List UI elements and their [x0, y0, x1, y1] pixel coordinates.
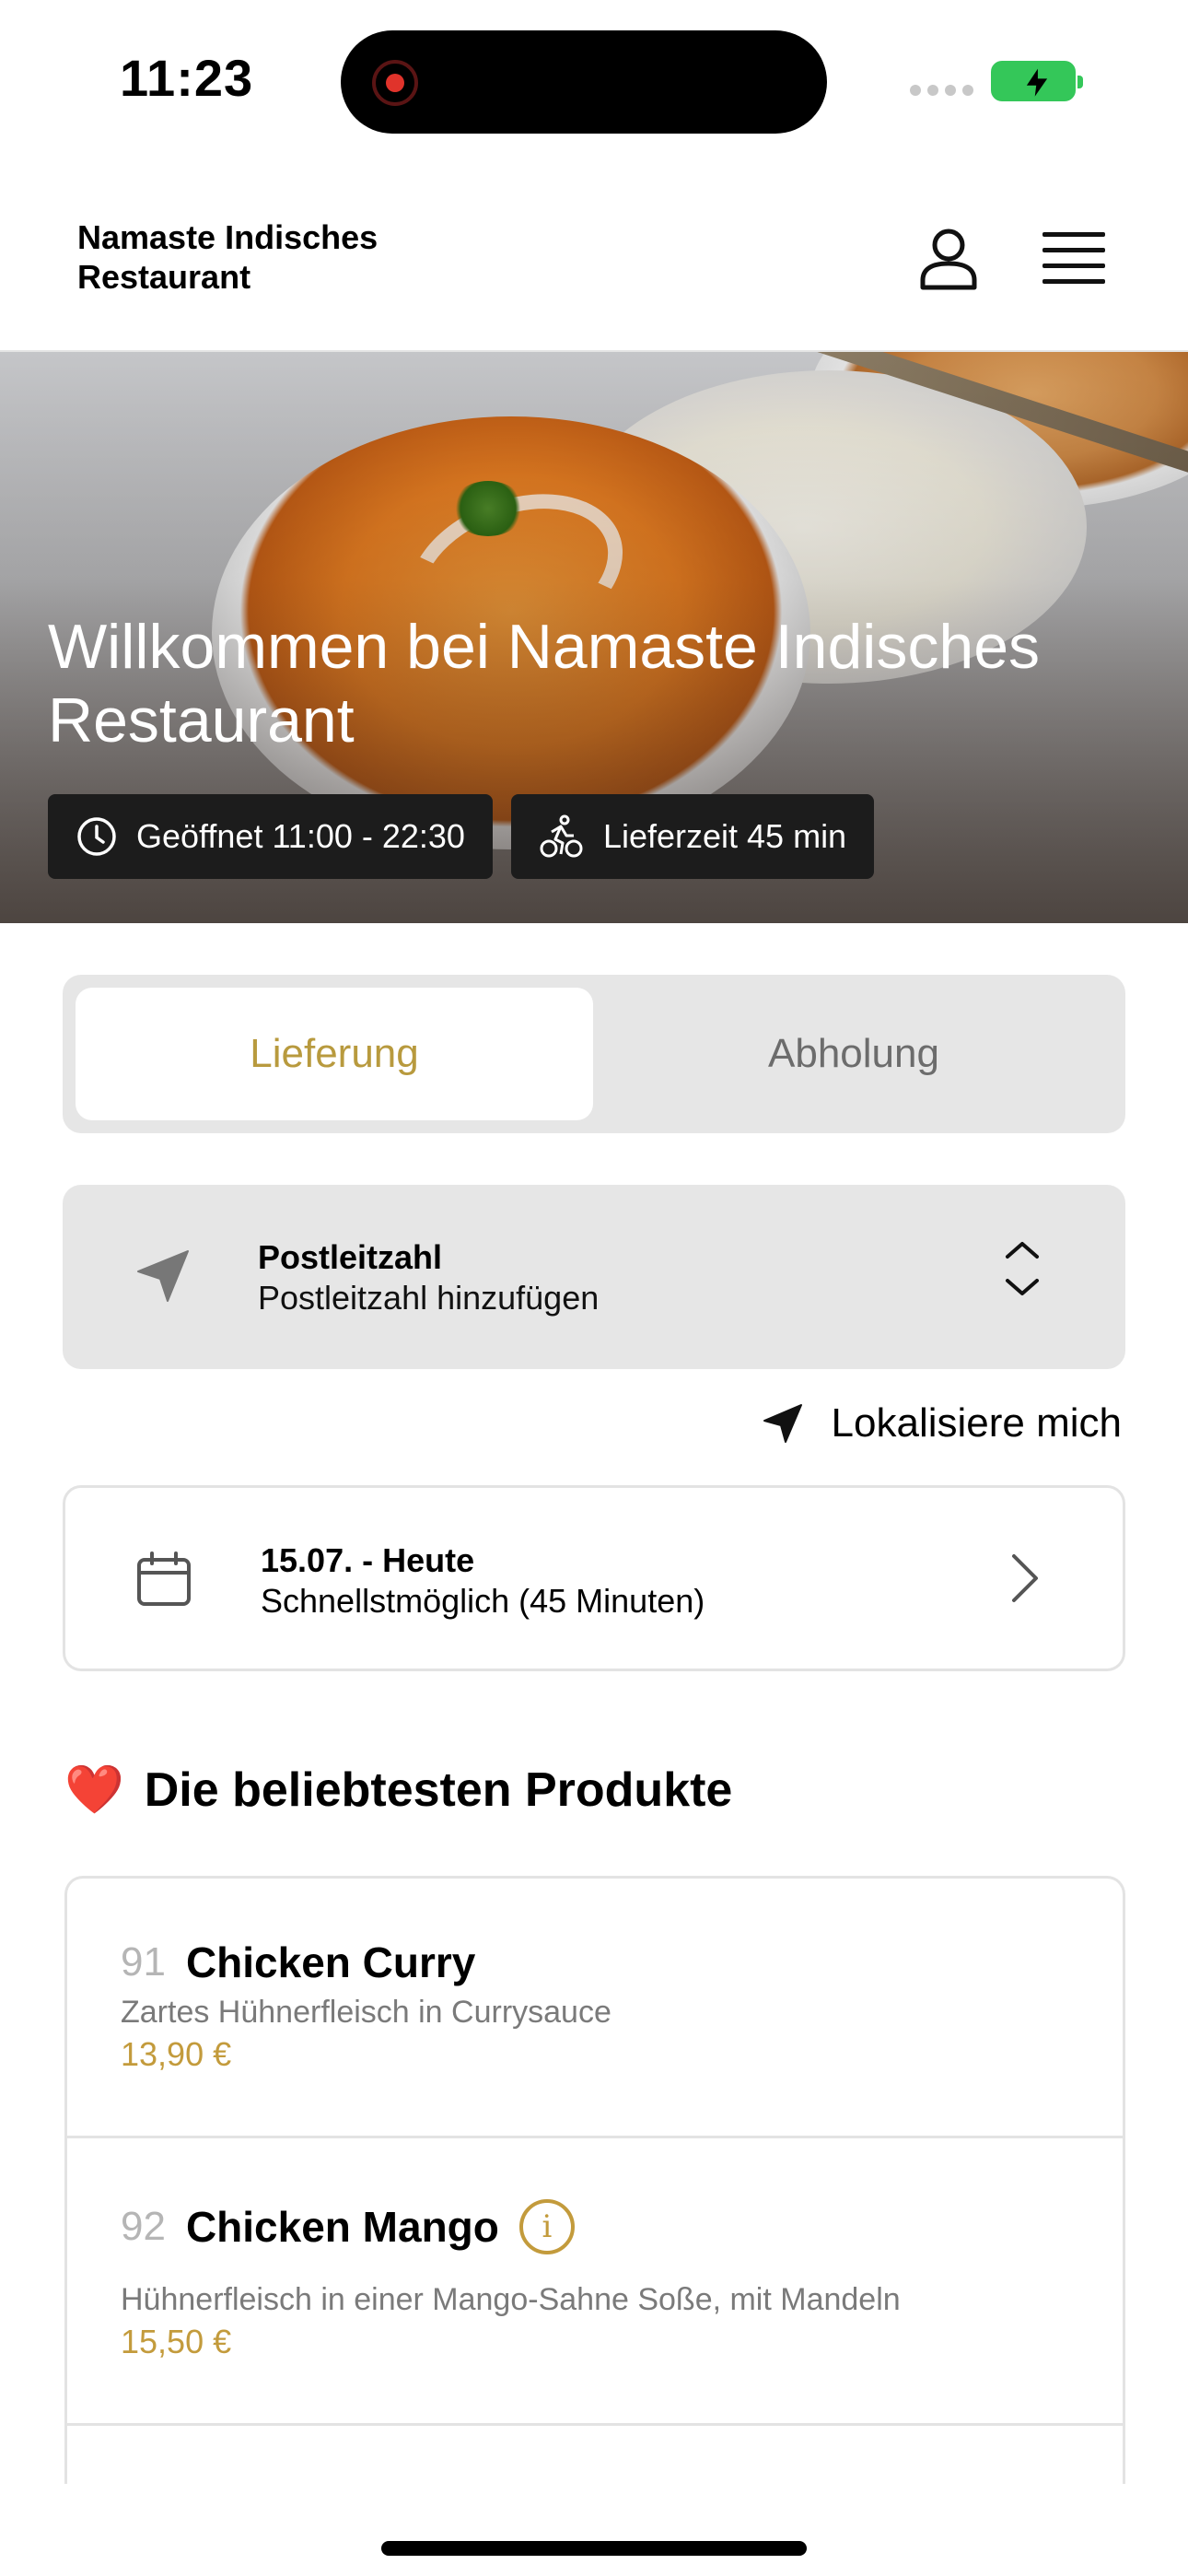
- app-screen: 11:23 Namaste Indisches Restaurant Willk…: [0, 0, 1188, 2576]
- delivery-date: 15.07. - Heute: [261, 1541, 475, 1579]
- clock-icon: [77, 817, 116, 856]
- product-description: Hühnerfleisch in einer Mango-Sahne Soße,…: [121, 2282, 901, 2317]
- product-name: Chicken Curry: [185, 1938, 476, 1986]
- product-description: Zartes Hühnerfleisch in Currysauce: [121, 1995, 611, 2030]
- calendar-icon: [137, 1551, 191, 1606]
- chevron-up-down-icon: [1006, 1242, 1039, 1295]
- product-number: 91: [121, 1939, 166, 1985]
- status-time: 11:23: [120, 49, 254, 107]
- delivery-time-text: Lieferzeit 45 min: [602, 817, 847, 855]
- hero-badges: Geöffnet 11:00 - 22:30 Lieferzeit 45 min: [48, 794, 875, 879]
- postcode-label: Postleitzahl: [258, 1238, 443, 1276]
- info-icon[interactable]: i: [518, 2199, 575, 2254]
- locate-me-label: Lokalisiere mich: [831, 1400, 1122, 1446]
- account-button[interactable]: [915, 225, 982, 291]
- product-price: 13,90 €: [121, 2035, 232, 2073]
- delivery-time: Schnellstmöglich (45 Minuten): [261, 1582, 705, 1620]
- popular-heading-text: Die beliebtesten Produkte: [144, 1762, 733, 1817]
- status-bar: 11:23: [0, 0, 1188, 157]
- app-header: Namaste Indisches Restaurant: [0, 157, 1188, 352]
- hamburger-menu-icon[interactable]: [1042, 232, 1105, 284]
- recording-indicator-icon: [372, 60, 418, 106]
- heart-icon: ❤️: [64, 1763, 124, 1817]
- opening-hours-badge: Geöffnet 11:00 - 22:30: [48, 794, 493, 879]
- restaurant-name[interactable]: Namaste Indisches Restaurant: [77, 217, 446, 297]
- signal-icon: [910, 85, 973, 96]
- tab-pickup[interactable]: Abholung: [595, 988, 1112, 1120]
- home-indicator[interactable]: [381, 2541, 807, 2556]
- bicycle-courier-icon: [540, 814, 583, 858]
- hero-title: Willkommen bei Namaste Indisches Restaur…: [48, 612, 1041, 755]
- product-name: Chicken Mango: [185, 2203, 499, 2251]
- dynamic-island: [341, 30, 827, 134]
- user-icon: [920, 228, 977, 290]
- postcode-placeholder: Postleitzahl hinzufügen: [258, 1279, 600, 1317]
- location-arrow-icon: [137, 1250, 189, 1302]
- popular-heading: ❤️ Die beliebtesten Produkte: [64, 1762, 732, 1818]
- tab-delivery[interactable]: Lieferung: [76, 988, 593, 1120]
- chevron-right-icon: [1012, 1554, 1038, 1602]
- delivery-time-badge: Lieferzeit 45 min: [510, 794, 875, 879]
- product-list: 91 Chicken Curry Zartes Hühnerfleisch in…: [64, 1876, 1125, 2484]
- postcode-selector[interactable]: Postleitzahl Postleitzahl hinzufügen: [63, 1185, 1125, 1369]
- delivery-time-selector[interactable]: 15.07. - Heute Schnellstmöglich (45 Minu…: [63, 1485, 1125, 1671]
- order-mode-toggle: Lieferung Abholung: [63, 975, 1125, 1133]
- product-item[interactable]: 91 Chicken Curry Zartes Hühnerfleisch in…: [67, 1879, 1123, 2138]
- location-arrow-icon: [763, 1404, 802, 1443]
- opening-hours-text: Geöffnet 11:00 - 22:30: [136, 817, 465, 855]
- product-item[interactable]: 92 Chicken Mango i Hühnerfleisch in eine…: [67, 2138, 1123, 2426]
- product-price: 15,50 €: [121, 2323, 232, 2360]
- locate-me-button[interactable]: Lokalisiere mich: [762, 1400, 1122, 1446]
- hero-banner: Willkommen bei Namaste Indisches Restaur…: [0, 352, 1188, 923]
- battery-charging-icon: [991, 61, 1083, 101]
- product-number: 92: [121, 2204, 166, 2249]
